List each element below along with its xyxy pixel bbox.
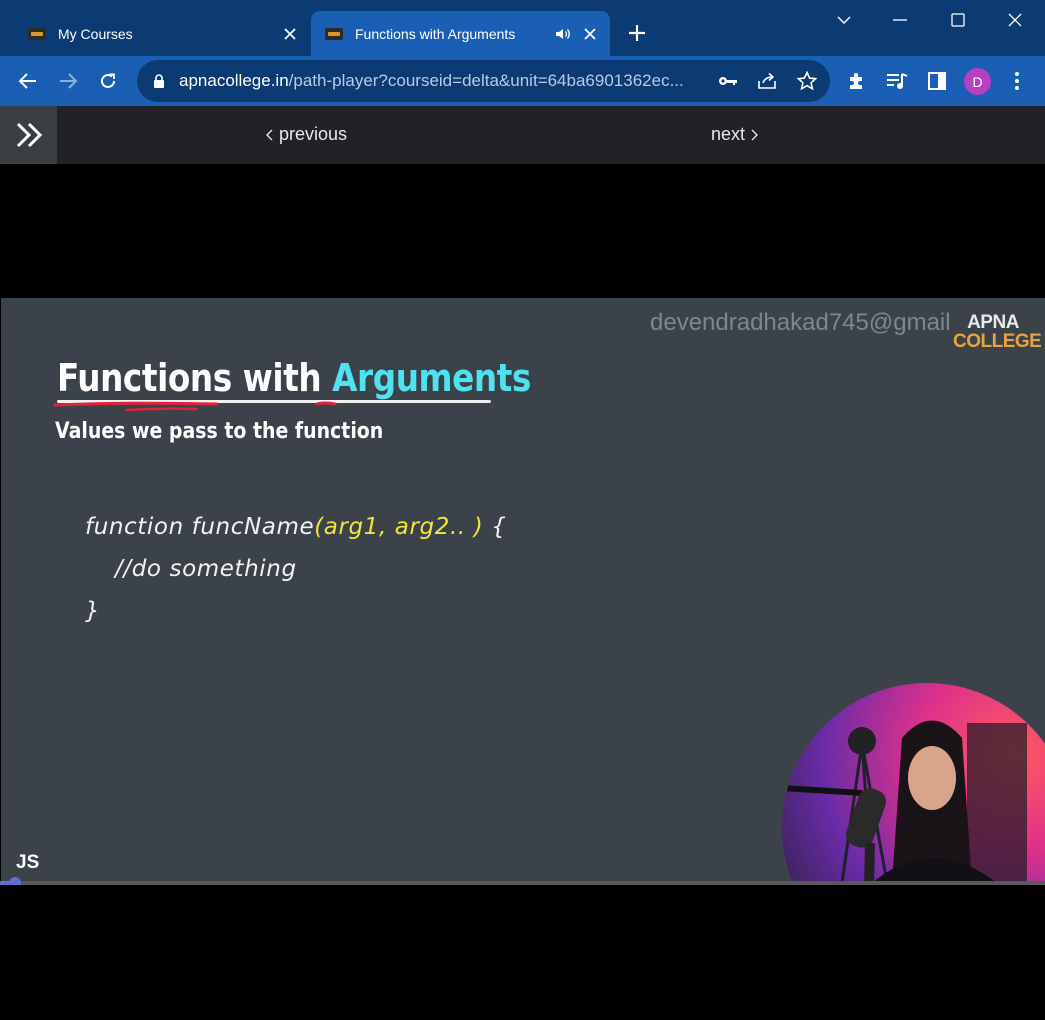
code-line-1: function funcName(arg1, arg2.. ) {: [85, 514, 507, 540]
chevron-right-icon: [751, 129, 759, 140]
share-icon[interactable]: [754, 68, 780, 94]
double-chevron-right-icon: [16, 122, 42, 148]
close-tab-icon[interactable]: [276, 20, 304, 48]
instructor-webcam-overlay: [782, 683, 1045, 884]
tab-my-courses[interactable]: My Courses: [14, 11, 310, 56]
browser-titlebar: My Courses Functions with Arguments: [0, 0, 1045, 56]
address-bar[interactable]: apnacollege.in/path-player?courseid=delt…: [137, 60, 830, 102]
kebab-menu-icon[interactable]: [1001, 65, 1033, 97]
chevron-left-icon: [266, 129, 273, 140]
instructor-figure-icon: [782, 720, 1027, 884]
video-letterbox-bottom: [0, 885, 1045, 1020]
browser-toolbar: apnacollege.in/path-player?courseid=delt…: [0, 56, 1045, 106]
reload-icon[interactable]: [92, 65, 124, 97]
close-window-icon[interactable]: [995, 4, 1035, 36]
apna-college-favicon-icon: [28, 27, 46, 40]
minimize-icon[interactable]: [880, 4, 920, 36]
js-badge: JS: [16, 852, 40, 873]
tab-functions-with-arguments[interactable]: Functions with Arguments: [311, 11, 610, 56]
new-tab-plus-icon[interactable]: [622, 18, 652, 48]
expand-sidebar-button[interactable]: [0, 106, 57, 164]
close-tab-icon[interactable]: [576, 20, 604, 48]
code-line-2: //do something: [115, 556, 297, 582]
previous-link[interactable]: previous: [266, 124, 347, 145]
maximize-icon[interactable]: [938, 4, 978, 36]
bookmark-star-icon[interactable]: [794, 68, 820, 94]
media-queue-icon[interactable]: [881, 65, 913, 97]
back-arrow-icon[interactable]: [12, 65, 44, 97]
lock-icon[interactable]: [150, 72, 168, 90]
url-text[interactable]: apnacollege.in/path-player?courseid=delt…: [179, 71, 684, 91]
key-icon[interactable]: [715, 68, 741, 94]
apna-college-favicon-icon: [325, 27, 343, 40]
code-line-3: }: [85, 598, 101, 624]
video-letterbox-top: [0, 164, 1045, 298]
profile-avatar[interactable]: D: [964, 68, 991, 95]
tab-title: Functions with Arguments: [355, 25, 516, 42]
red-pen-annotation: [53, 401, 337, 412]
previous-label: previous: [279, 124, 348, 144]
extensions-puzzle-icon[interactable]: [841, 65, 873, 97]
apna-college-logo: APNA COLLEGE: [953, 312, 1042, 352]
speaker-icon[interactable]: [552, 23, 574, 45]
email-watermark: devendradhakad745@gmail: [650, 309, 951, 336]
tab-title: My Courses: [58, 25, 133, 42]
tab-search-chevron-icon[interactable]: [824, 4, 864, 36]
slide-subtitle: Values we pass to the function: [55, 419, 384, 444]
side-panel-icon[interactable]: [921, 65, 953, 97]
course-player-nav: previous next: [0, 106, 1045, 164]
video-frame[interactable]: devendradhakad745@gmail APNA COLLEGE Fun…: [1, 298, 1045, 884]
next-link[interactable]: next: [711, 124, 759, 145]
next-label: next: [711, 124, 746, 144]
forward-arrow-icon[interactable]: [52, 65, 84, 97]
